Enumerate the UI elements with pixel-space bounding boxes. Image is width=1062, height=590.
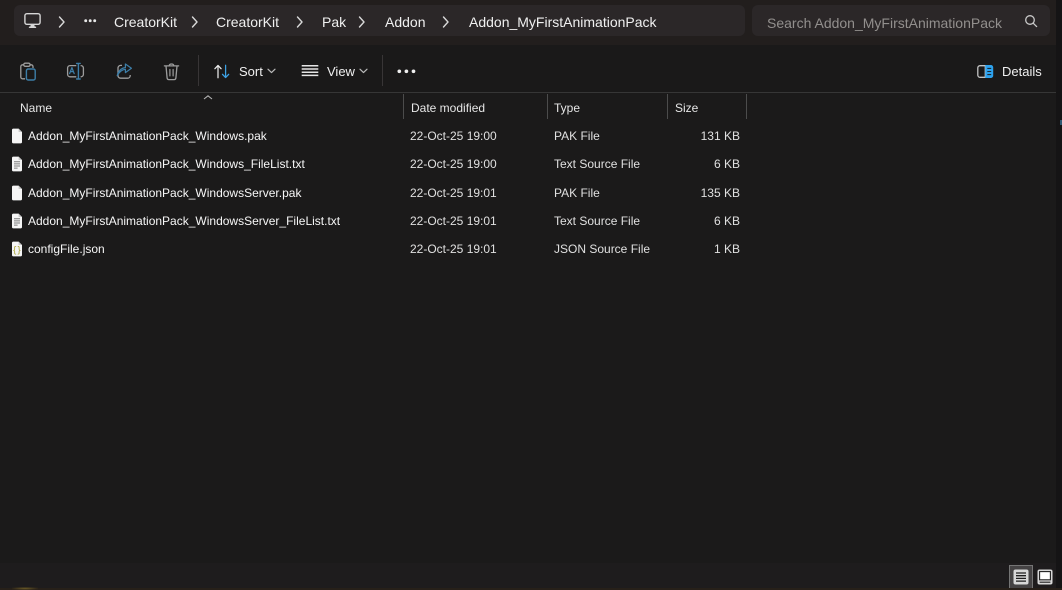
svg-text:{: { <box>13 245 16 256</box>
svg-text:}: } <box>18 245 21 256</box>
